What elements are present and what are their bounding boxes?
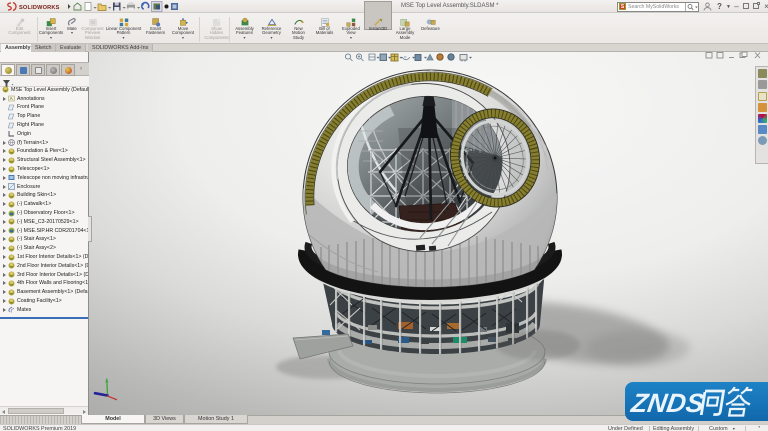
- svg-text:SOLIDWORKS: SOLIDWORKS: [19, 5, 60, 11]
- svg-text:ZNDS: ZNDS: [628, 388, 706, 418]
